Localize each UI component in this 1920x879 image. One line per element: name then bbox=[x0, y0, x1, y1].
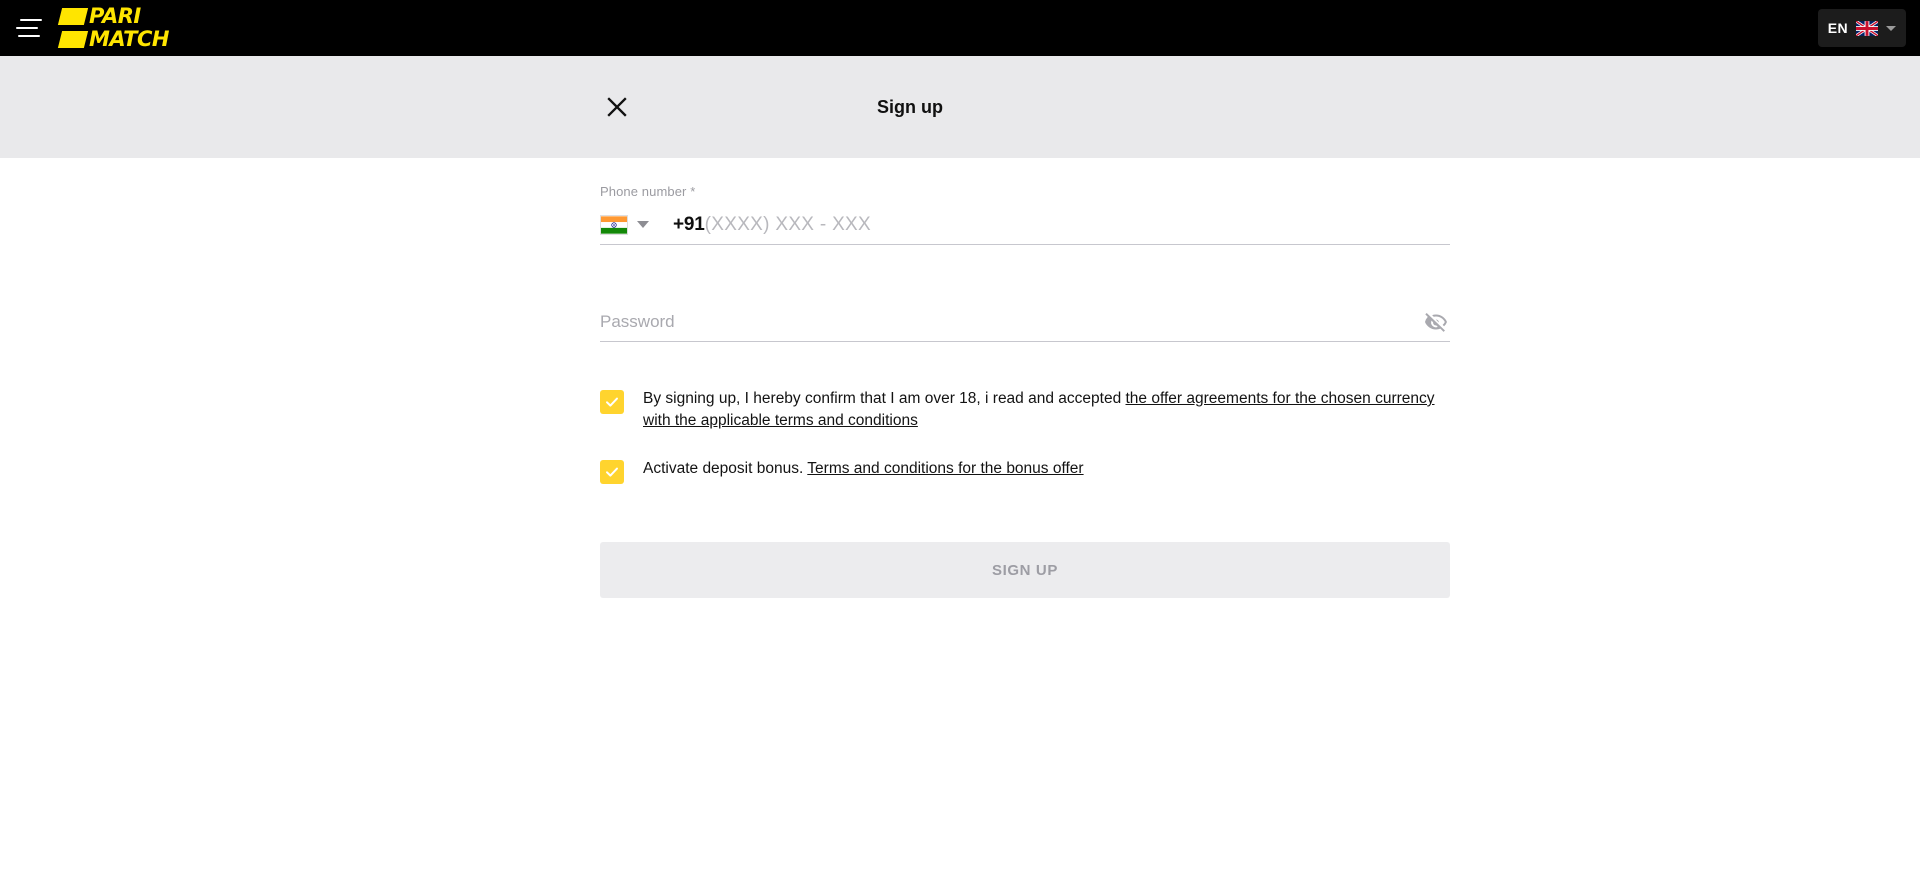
eye-off-glyph bbox=[1425, 312, 1447, 332]
bonus-checkbox[interactable] bbox=[600, 460, 624, 484]
parimatch-logo[interactable]: PARI MATCH bbox=[57, 4, 169, 51]
language-selector[interactable]: EN bbox=[1817, 9, 1906, 47]
chevron-down-icon bbox=[1886, 25, 1896, 31]
phone-input-row[interactable]: +91 (XXXX) XXX - XXX bbox=[600, 205, 1450, 245]
bonus-text-plain: Activate deposit bonus. bbox=[643, 460, 808, 477]
logo-text-match: MATCH bbox=[89, 27, 169, 51]
password-input-row[interactable]: Password bbox=[600, 302, 1450, 342]
sign-up-button[interactable]: SIGN UP bbox=[600, 542, 1450, 598]
bonus-consent-row[interactable]: Activate deposit bonus. Terms and condit… bbox=[600, 458, 1450, 484]
hamburger-menu-icon[interactable] bbox=[8, 8, 48, 48]
logo-line-top: PARI bbox=[57, 4, 169, 28]
bonus-terms-link[interactable]: Terms and conditions for the bonus offer bbox=[807, 460, 1083, 477]
eye-off-icon[interactable] bbox=[1422, 308, 1450, 336]
hamburger-line bbox=[20, 19, 42, 21]
page-title: Sign up bbox=[877, 96, 943, 117]
signup-form: Phone number * +91 (XXXX) XXX - XXX Pass… bbox=[600, 184, 1450, 598]
country-chevron-down-icon[interactable] bbox=[637, 221, 649, 228]
signup-modal-header: Sign up bbox=[0, 56, 1920, 158]
hamburger-line bbox=[18, 35, 40, 37]
terms-consent-row[interactable]: By signing up, I hereby confirm that I a… bbox=[600, 388, 1450, 432]
uk-flag-icon bbox=[1856, 20, 1878, 36]
field-spacer bbox=[600, 245, 1450, 302]
logo-slash-shape bbox=[57, 8, 89, 25]
top-navigation-bar: PARI MATCH EN bbox=[0, 0, 1920, 56]
country-dial-code: +91 bbox=[673, 213, 705, 235]
checkmark-icon bbox=[606, 397, 618, 407]
password-input-placeholder[interactable]: Password bbox=[600, 312, 675, 332]
phone-field-label: Phone number * bbox=[600, 184, 1450, 199]
consent-checkbox-group: By signing up, I hereby confirm that I a… bbox=[600, 388, 1450, 484]
checkmark-icon bbox=[606, 467, 618, 477]
signup-form-area: Phone number * +91 (XXXX) XXX - XXX Pass… bbox=[0, 158, 1920, 598]
logo-text-pari: PARI bbox=[89, 4, 141, 28]
logo-slash-shape bbox=[57, 31, 89, 48]
language-code-label: EN bbox=[1827, 20, 1848, 36]
phone-input-placeholder[interactable]: (XXXX) XXX - XXX bbox=[705, 214, 871, 236]
bonus-consent-text: Activate deposit bonus. Terms and condit… bbox=[643, 458, 1084, 480]
terms-text-plain: By signing up, I hereby confirm that I a… bbox=[643, 390, 1126, 407]
logo-line-bottom: MATCH bbox=[57, 27, 169, 51]
terms-checkbox[interactable] bbox=[600, 390, 624, 414]
india-flag-icon[interactable] bbox=[600, 214, 628, 235]
hamburger-line bbox=[16, 27, 38, 29]
required-asterisk: * bbox=[690, 184, 696, 199]
phone-label-text: Phone number bbox=[600, 184, 687, 199]
terms-consent-text: By signing up, I hereby confirm that I a… bbox=[643, 388, 1443, 432]
